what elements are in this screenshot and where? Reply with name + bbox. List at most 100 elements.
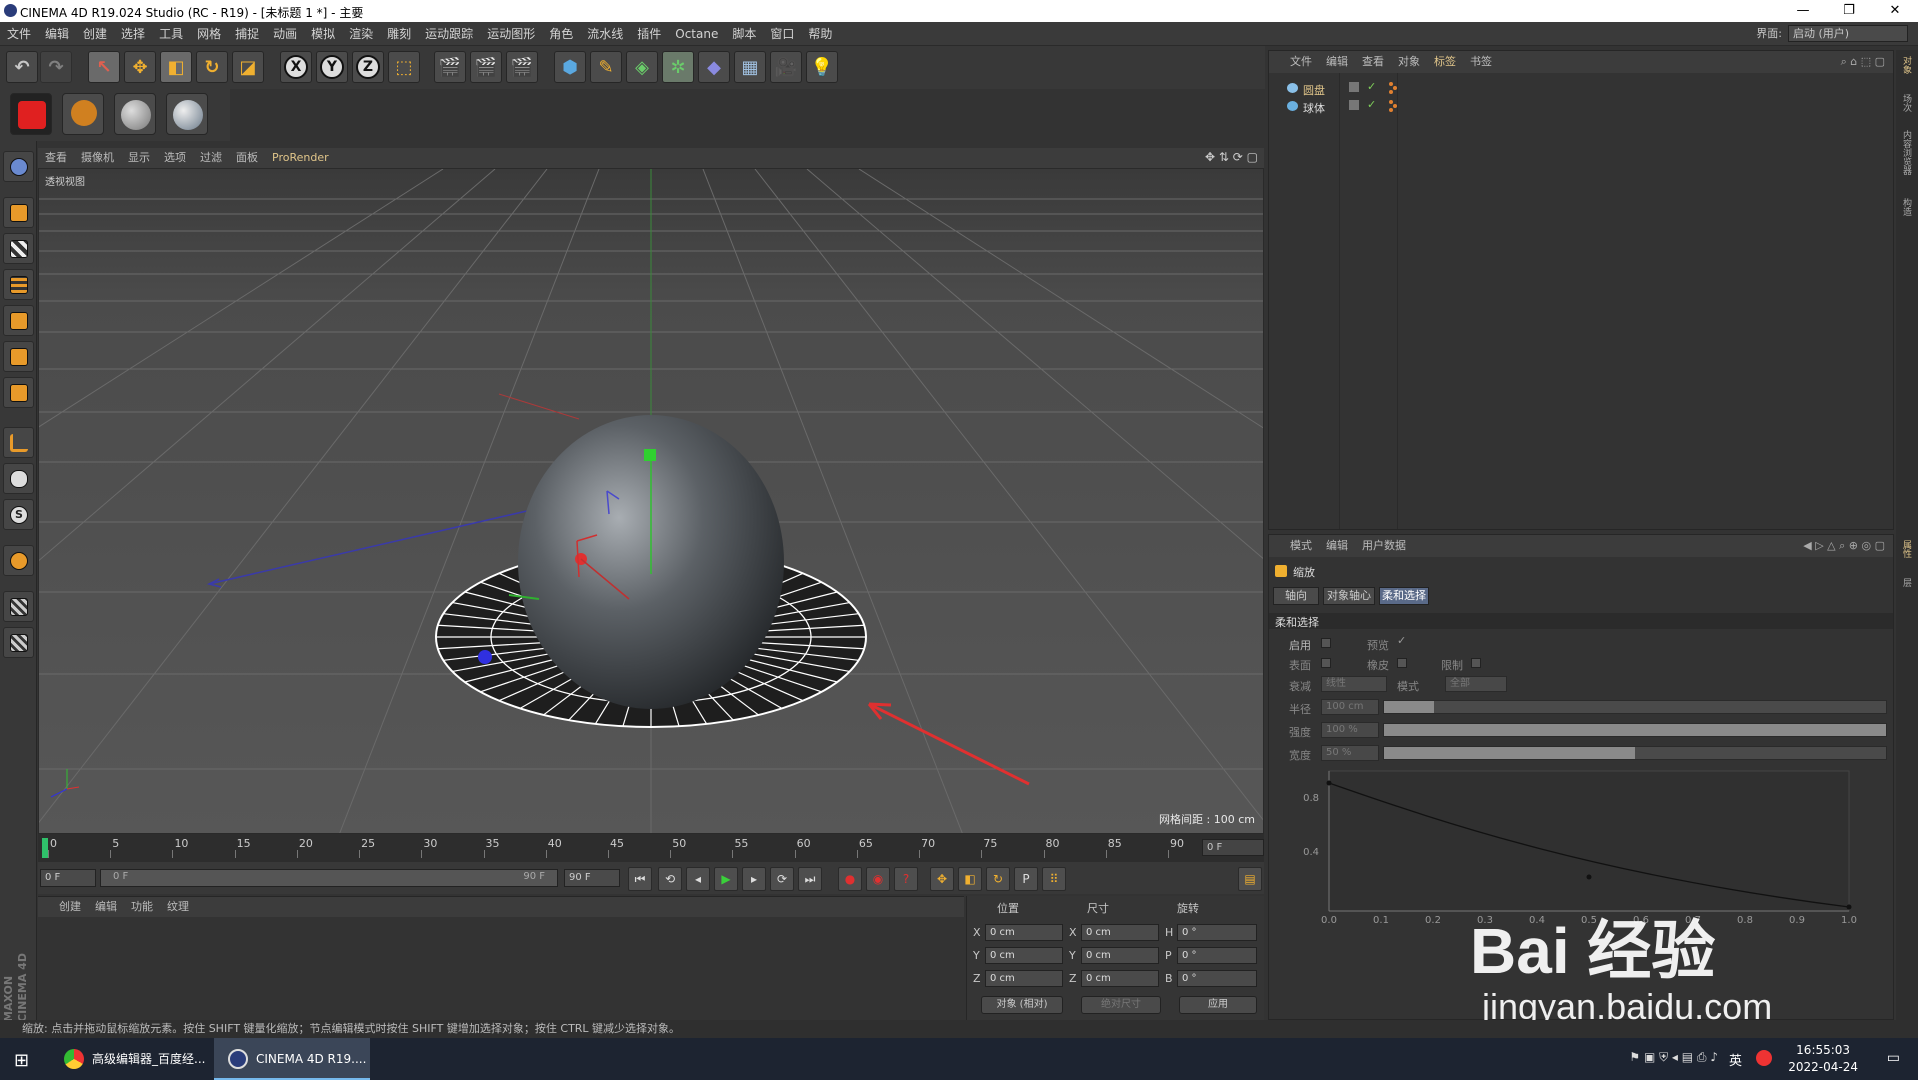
- octane-render-button[interactable]: [10, 93, 52, 135]
- size-y-field[interactable]: 0 cm: [1081, 947, 1159, 964]
- attr-menu-mode[interactable]: 模式: [1283, 535, 1319, 557]
- menu-pipeline[interactable]: 流水线: [580, 22, 630, 46]
- size-x-field[interactable]: 0 cm: [1081, 924, 1159, 941]
- width-field[interactable]: 50 %: [1321, 745, 1379, 761]
- rot-h-field[interactable]: 0 °: [1177, 924, 1257, 941]
- timeline-window-button[interactable]: ▤: [1238, 867, 1262, 891]
- tab-soft-selection[interactable]: 柔和选择: [1379, 587, 1429, 605]
- key-position-button[interactable]: ✥: [930, 867, 954, 891]
- curve-point-mid[interactable]: [1586, 874, 1592, 880]
- strength-slider[interactable]: [1383, 723, 1887, 737]
- radius-field[interactable]: 100 cm: [1321, 699, 1379, 715]
- pos-z-field[interactable]: 0 cm: [985, 970, 1063, 987]
- menu-sculpt[interactable]: 雕刻: [380, 22, 418, 46]
- curve-point-start[interactable]: [1326, 780, 1332, 786]
- tab-axis[interactable]: 轴向: [1273, 587, 1319, 605]
- enabled-check-icon[interactable]: ✓: [1367, 80, 1376, 93]
- size-mode-select[interactable]: 绝对尺寸: [1081, 996, 1161, 1014]
- attr-menu-edit[interactable]: 编辑: [1319, 535, 1355, 557]
- make-editable-button[interactable]: [3, 151, 34, 182]
- play-button[interactable]: ▶: [714, 867, 738, 891]
- camera-button[interactable]: 🎥: [770, 51, 802, 83]
- octane-material-button[interactable]: [114, 93, 156, 135]
- vp-menu-prorender[interactable]: ProRender: [265, 148, 336, 168]
- mat-menu-create[interactable]: 创建: [52, 897, 88, 917]
- cube-button[interactable]: ⬢: [554, 51, 586, 83]
- windows-start-icon[interactable]: ⊞: [14, 1050, 29, 1071]
- side-tab-attributes[interactable]: 属性: [1900, 540, 1913, 558]
- menu-script[interactable]: 脚本: [725, 22, 763, 46]
- axis-x-button[interactable]: X: [280, 51, 312, 83]
- model-mode-button[interactable]: [3, 197, 34, 228]
- menu-animate[interactable]: 动画: [266, 22, 304, 46]
- strength-field[interactable]: 100 %: [1321, 722, 1379, 738]
- mat-menu-function[interactable]: 功能: [124, 897, 160, 917]
- coord-system-button[interactable]: ⬚: [388, 51, 420, 83]
- visibility-dots-icon[interactable]: [1349, 100, 1359, 110]
- tweak-mode-button[interactable]: [3, 463, 34, 494]
- size-z-field[interactable]: 0 cm: [1081, 970, 1159, 987]
- menu-motion-tracking[interactable]: 运动跟踪: [418, 22, 480, 46]
- workplane-lock-button[interactable]: [3, 591, 34, 622]
- y-scale-handle[interactable]: [644, 449, 656, 461]
- render-settings-button[interactable]: 🎬: [506, 51, 538, 83]
- mat-menu-texture[interactable]: 纹理: [160, 897, 196, 917]
- timeline-ruler[interactable]: 0 5 10 15 20 25 30 35 40 45 50 55 60 65 70 75 80 85 90 0 F: [38, 834, 1264, 862]
- menu-help[interactable]: 帮助: [801, 22, 839, 46]
- side-tab-content-browser[interactable]: 内容浏览器: [1900, 130, 1913, 175]
- next-key-button[interactable]: ⟳: [770, 867, 794, 891]
- pos-x-field[interactable]: 0 cm: [985, 924, 1063, 941]
- minimize-button[interactable]: —: [1780, 0, 1826, 22]
- obj-menu-object[interactable]: 对象: [1391, 51, 1427, 73]
- enable-checkbox[interactable]: [1321, 638, 1331, 648]
- obj-menu-file[interactable]: 文件: [1283, 51, 1319, 73]
- object-row-sphere[interactable]: 球体 ✓: [1277, 97, 1877, 115]
- workplane-button[interactable]: [3, 269, 34, 300]
- interface-select[interactable]: 启动 (用户): [1788, 25, 1908, 42]
- attr-menu-userdata[interactable]: 用户数据: [1355, 535, 1413, 557]
- vp-menu-panel[interactable]: 面板: [229, 148, 265, 168]
- preview-check-icon[interactable]: ✓: [1397, 634, 1406, 647]
- next-frame-button[interactable]: ▸: [742, 867, 766, 891]
- octane-tree-button[interactable]: [62, 93, 104, 135]
- keyframe-selection-button[interactable]: ?: [894, 867, 918, 891]
- object-row-disc[interactable]: 圆盘 ✓: [1277, 79, 1877, 97]
- enabled-check-icon[interactable]: ✓: [1367, 98, 1376, 111]
- side-tab-structure[interactable]: 构造: [1900, 198, 1913, 216]
- menu-create[interactable]: 创建: [76, 22, 114, 46]
- task-cinema4d[interactable]: CINEMA 4D R19....: [214, 1038, 370, 1080]
- texture-mode-button[interactable]: [3, 233, 34, 264]
- obj-menu-view[interactable]: 查看: [1355, 51, 1391, 73]
- cloner-button[interactable]: ✲: [662, 51, 694, 83]
- vp-menu-options[interactable]: 选项: [157, 148, 193, 168]
- visibility-dots-icon[interactable]: [1349, 82, 1359, 92]
- close-button[interactable]: ✕: [1872, 0, 1918, 22]
- side-tab-takes[interactable]: 场次: [1900, 94, 1913, 112]
- mat-menu-edit[interactable]: 编辑: [88, 897, 124, 917]
- pen-button[interactable]: ✎: [590, 51, 622, 83]
- falloff-select[interactable]: 线性: [1321, 676, 1387, 692]
- key-rotation-button[interactable]: ↻: [986, 867, 1010, 891]
- axis-y-button[interactable]: Y: [316, 51, 348, 83]
- rot-p-field[interactable]: 0 °: [1177, 947, 1257, 964]
- menu-simulate[interactable]: 模拟: [304, 22, 342, 46]
- octane-glossy-button[interactable]: [166, 93, 208, 135]
- rotate-tool-button[interactable]: ↻: [196, 51, 228, 83]
- restrict-checkbox[interactable]: [1471, 658, 1481, 668]
- rubber-checkbox[interactable]: [1397, 658, 1407, 668]
- menu-plugins[interactable]: 插件: [630, 22, 668, 46]
- radius-slider[interactable]: [1383, 700, 1887, 714]
- scale-tool-button[interactable]: ◧: [160, 51, 192, 83]
- sogou-ime-icon[interactable]: [1756, 1050, 1772, 1066]
- render-view-button[interactable]: 🎬: [434, 51, 466, 83]
- current-frame-field[interactable]: 0 F: [1202, 839, 1264, 856]
- menu-render[interactable]: 渲染: [342, 22, 380, 46]
- menu-mograph[interactable]: 运动图形: [480, 22, 542, 46]
- end-frame-field[interactable]: 90 F: [564, 869, 620, 887]
- falloff-curve-graph[interactable]: 0.0 0.1 0.2 0.3 0.4 0.5 0.6 0.7 0.8 0.9 1.0 0.8 0.…: [1299, 765, 1869, 925]
- auto-key-button[interactable]: ◉: [866, 867, 890, 891]
- width-slider[interactable]: [1383, 746, 1887, 760]
- points-mode-button[interactable]: [3, 305, 34, 336]
- vp-menu-camera[interactable]: 摄像机: [74, 148, 121, 168]
- obj-search-icons[interactable]: ⌕ ⌂ ⬚ ▢: [1841, 55, 1885, 69]
